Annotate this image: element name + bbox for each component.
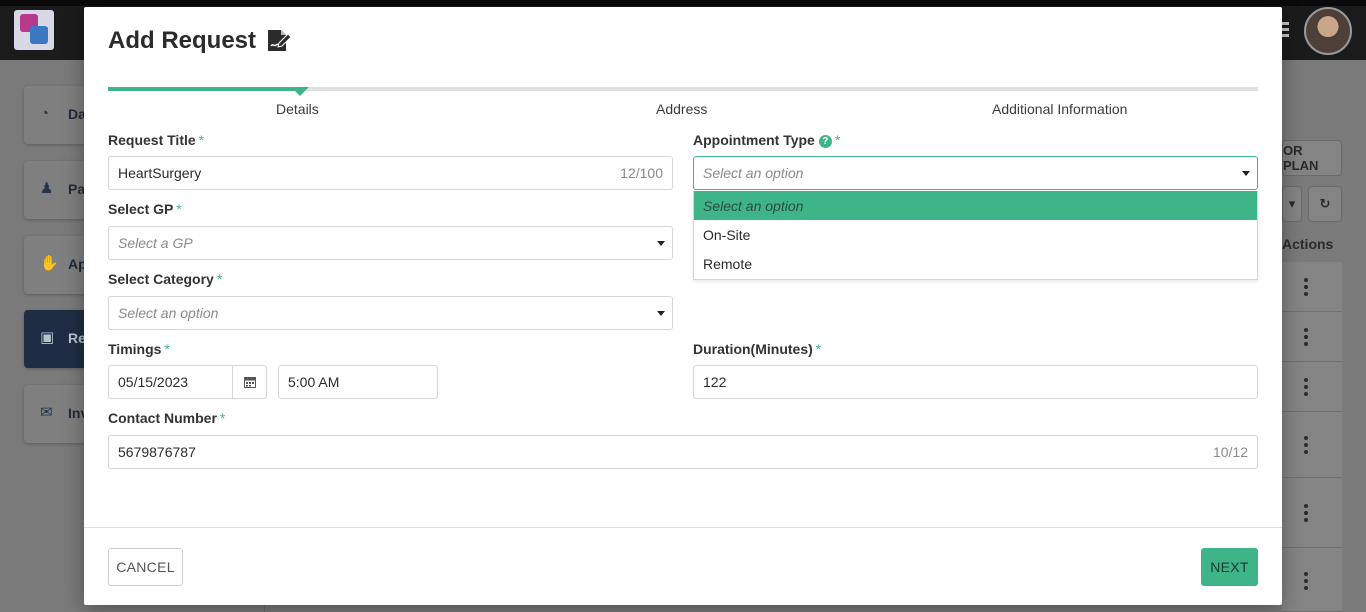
footer-divider [84,527,1282,528]
chevron-down-icon [1242,170,1250,176]
actions-column-header: Actions [1282,236,1334,252]
time-value: 5:00 AM [288,374,340,390]
label-text: Appointment Type [693,132,815,148]
table-row [1282,362,1342,412]
gp-select[interactable]: Select a GP [108,226,673,260]
appointments-icon: ✋ [40,255,59,272]
refresh-icon: ↻ [1319,196,1331,211]
stepper-progress [108,87,304,91]
char-counter: 10/12 [1212,444,1248,460]
table-row [1282,312,1342,362]
duration-label: Duration(Minutes) * [693,341,821,357]
appointment-type-placeholder: Select an option [703,165,804,181]
modal-title-text: Add Request [108,27,257,54]
date-picker[interactable]: 05/15/2023 [108,365,267,399]
label-text: Contact Number [108,410,217,426]
appointment-type-label: Appointment Type? * [693,132,840,148]
required-marker: * [834,132,841,148]
table-row [1282,478,1342,548]
request-title-value: HeartSurgery [118,165,202,181]
step-address[interactable]: Address [656,101,707,117]
time-input[interactable]: 5:00 AM [278,365,438,399]
kebab-menu-icon[interactable] [1304,278,1308,299]
signature-document-icon [268,30,292,51]
required-marker: * [216,271,223,287]
option-select-an-option[interactable]: Select an option [694,191,1257,220]
label-text: Select GP [108,201,174,217]
gp-label: Select GP * [108,201,182,217]
required-marker: * [176,201,182,217]
gp-placeholder: Select a GP [118,235,193,251]
filter-dropdown[interactable]: ▾ [1282,186,1302,222]
label-text: Timings [108,341,162,357]
option-on-site[interactable]: On-Site [694,220,1257,249]
option-remote[interactable]: Remote [694,249,1257,278]
dashboard-icon: ◔ [40,105,50,122]
next-button[interactable]: NEXT [1201,548,1258,586]
timings-label: Timings * [108,341,170,357]
kebab-menu-icon[interactable] [1304,504,1308,525]
step-details[interactable]: Details [276,101,319,117]
appointment-type-select[interactable]: Select an option [693,156,1258,190]
label-text: Request Title [108,132,196,148]
kebab-menu-icon[interactable] [1304,572,1308,593]
duration-input[interactable]: 122 [693,365,1258,399]
category-select[interactable]: Select an option [108,296,673,330]
sidebar-item-label: Pa [68,181,86,197]
requests-icon: ▣ [40,329,55,346]
help-icon[interactable]: ? [818,135,832,148]
current-step-indicator [291,87,309,96]
category-placeholder: Select an option [118,305,219,321]
contact-number-value: 5679876787 [118,444,196,460]
refresh-button[interactable]: ↻ [1308,186,1342,222]
user-avatar[interactable] [1304,7,1352,55]
char-counter: 12/100 [620,165,663,181]
cancel-button[interactable]: CANCEL [108,548,183,586]
category-label: Select Category * [108,271,222,287]
app-logo[interactable] [14,10,54,50]
appointment-type-options: Select an option On-Site Remote [693,191,1258,280]
kebab-menu-icon[interactable] [1304,378,1308,399]
plan-button-label: OR PLAN [1283,143,1319,173]
required-marker: * [198,132,205,148]
chevron-down-icon [657,240,665,246]
request-title-input[interactable]: HeartSurgery 12/100 [108,156,673,190]
kebab-menu-icon[interactable] [1304,436,1308,457]
contact-number-label: Contact Number * [108,410,225,426]
calendar-icon[interactable] [232,366,266,398]
patients-icon: ♟ [40,180,54,197]
required-marker: * [815,341,822,357]
required-marker: * [164,341,170,357]
table-row [1282,548,1342,612]
request-title-label: Request Title * [108,132,204,148]
invoice-icon: ✉ [40,404,53,421]
table-row [1282,412,1342,478]
kebab-menu-icon[interactable] [1304,328,1308,349]
progress-stepper [108,87,1258,96]
modal-title: Add Request [108,27,292,55]
step-additional-information[interactable]: Additional Information [992,101,1127,117]
table-row [1282,262,1342,312]
chevron-down-icon [657,310,665,316]
add-request-modal: Add Request Details Address Additional I… [84,7,1282,605]
duration-value: 122 [703,374,727,390]
date-input[interactable]: 05/15/2023 [109,366,232,398]
required-marker: * [219,410,226,426]
label-text: Select Category [108,271,214,287]
plan-button[interactable]: OR PLAN [1282,140,1342,176]
label-text: Duration(Minutes) [693,341,813,357]
contact-number-input[interactable]: 5679876787 10/12 [108,435,1258,469]
